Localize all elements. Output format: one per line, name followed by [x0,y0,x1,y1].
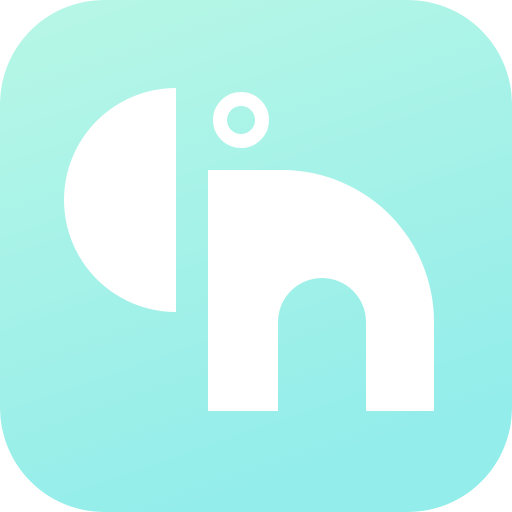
icon-canvas [0,0,512,512]
cn-logo-icon [0,0,512,512]
app-icon[interactable] [0,0,512,512]
